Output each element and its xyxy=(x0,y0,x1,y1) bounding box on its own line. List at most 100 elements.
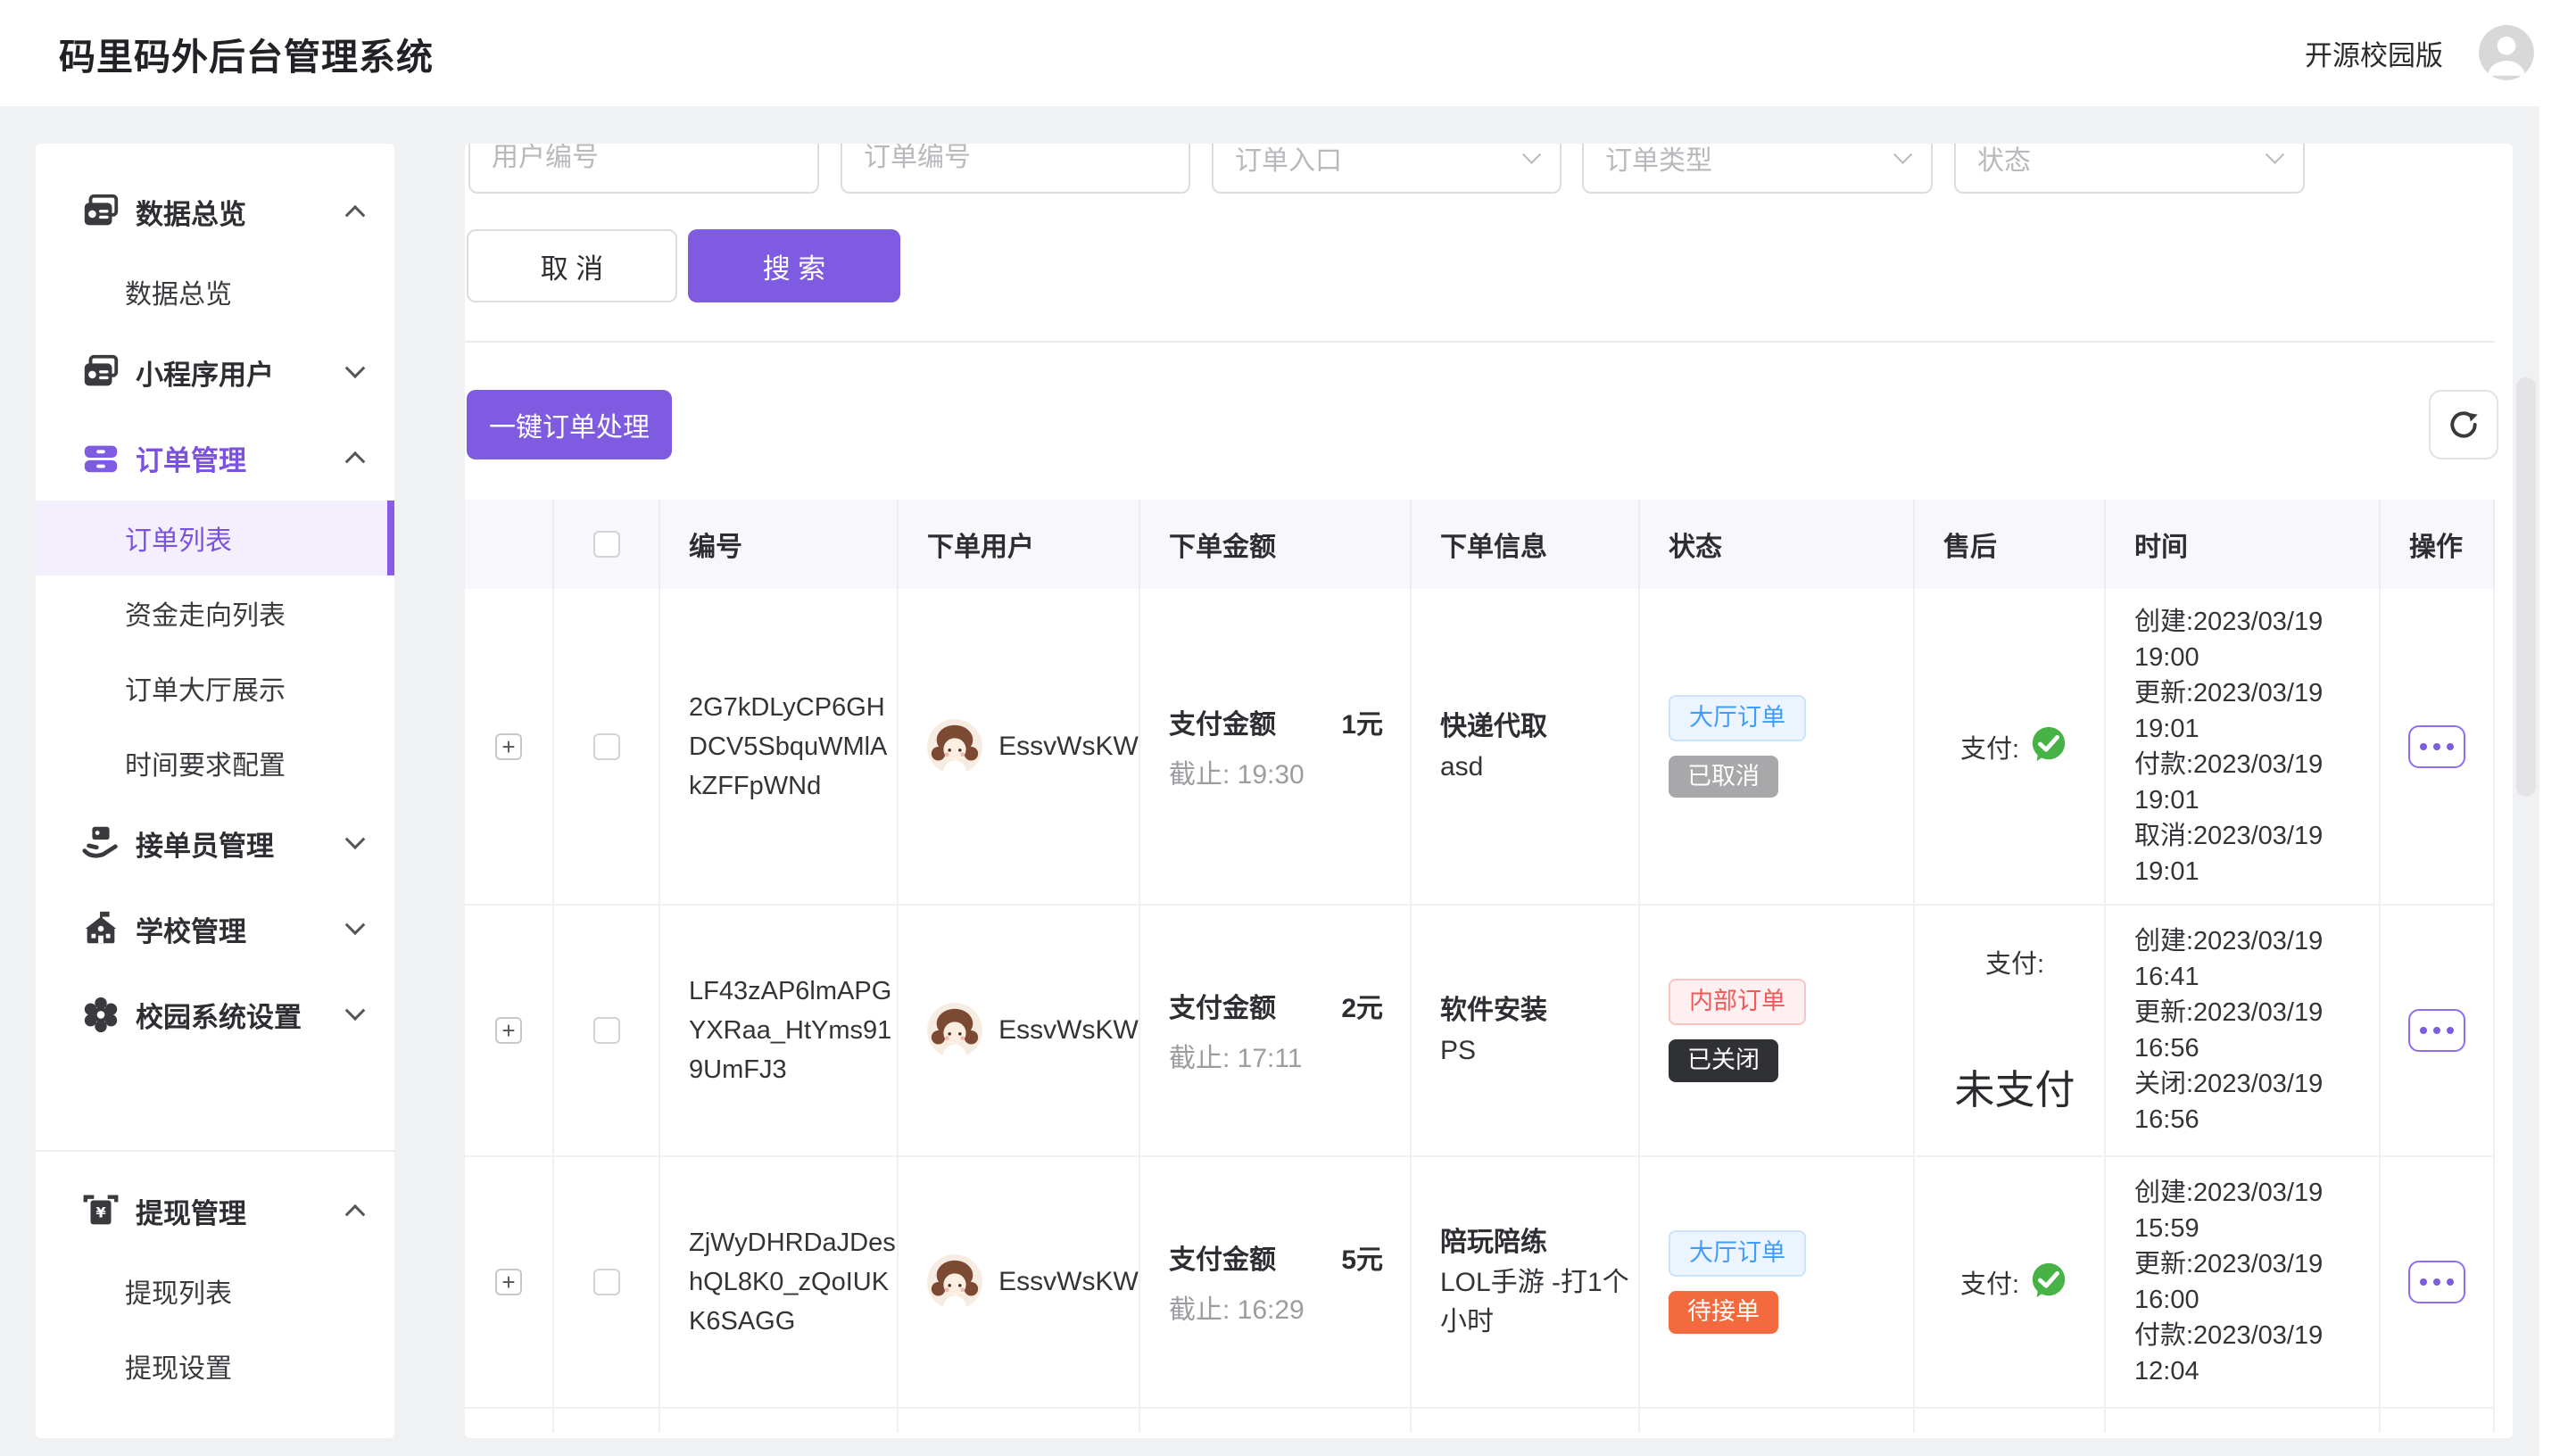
sidebar-item-14[interactable]: 提现设置 xyxy=(36,1328,394,1403)
sidebar-group-8[interactable]: 接单员管理 xyxy=(36,800,394,886)
sidebar-group-10[interactable]: 校园系统设置 xyxy=(36,972,394,1057)
sidebar-group-0[interactable]: 数据总览 xyxy=(36,169,394,254)
sidebar-group-2[interactable]: 小程序用户 xyxy=(36,329,394,415)
edition-label: 开源校园版 xyxy=(2305,0,2443,106)
time-line: 创建:2023/03/19 xyxy=(2134,923,2379,959)
user-id-input[interactable] xyxy=(492,144,796,173)
row-actions-button[interactable] xyxy=(2408,1009,2465,1052)
expand-row-button[interactable]: + xyxy=(495,733,522,760)
sidebar-group-label: 订单管理 xyxy=(136,438,348,478)
expand-row-button[interactable]: + xyxy=(495,1017,522,1044)
pay-label: 支付: xyxy=(1960,728,2019,765)
order-info-desc: LOL手游 -打1个小时 xyxy=(1440,1263,1638,1342)
order-status-select[interactable]: 状态 xyxy=(1954,144,2305,194)
order-info-cell: 陪玩陪练LOL手游 -打1个小时 xyxy=(1412,1157,1640,1407)
ellipsis-icon xyxy=(2420,1278,2427,1286)
column-header-3: 下单信息 xyxy=(1412,500,1640,589)
order-entry-placeholder: 订单入口 xyxy=(1235,144,1525,178)
amount-label: 支付金额 xyxy=(1169,702,1276,741)
table-row-1: +LF43zAP6lmAPGYXRaa_HtYms919UmFJ3EssvWsK… xyxy=(465,906,2495,1157)
time-line: 19:01 xyxy=(2134,711,2379,747)
order-action-cell xyxy=(2381,1157,2495,1407)
sidebar-item-5[interactable]: 资金走向列表 xyxy=(36,575,394,650)
status-badge: 大厅订单 xyxy=(1669,1230,1806,1277)
app-title: 码里码外后台管理系统 xyxy=(59,0,434,106)
pay-status-text: 未支付 xyxy=(1954,1063,2075,1118)
wechat-pay-icon xyxy=(2028,724,2069,769)
orders-table: 编号下单用户下单金额下单信息状态售后时间操作 +2G7kDLyCP6GHDCV5… xyxy=(465,500,2495,1433)
aftersale-cell: 支付: xyxy=(1915,589,2106,904)
sidebar-item-6[interactable]: 订单大厅展示 xyxy=(36,650,394,725)
order-id-input[interactable] xyxy=(864,144,1167,173)
order-user-cell: EssvWsKW xyxy=(899,589,1140,904)
order-entry-select[interactable]: 订单入口 xyxy=(1212,144,1562,194)
aftersale-cell: 支付: xyxy=(1915,1157,2106,1407)
status-badge: 待接单 xyxy=(1669,1291,1778,1334)
amount-deadline: 截止: 17:11 xyxy=(1169,1036,1410,1075)
sidebar-item-13[interactable]: 提现列表 xyxy=(36,1253,394,1328)
row-checkbox[interactable] xyxy=(593,1269,620,1295)
main-content: 订单入口 订单类型 状态 取 消 搜 索 一键订单处理 编号下单用户下单金额下单… xyxy=(465,144,2513,1438)
ellipsis-icon xyxy=(2433,1278,2440,1286)
chevron-down-icon xyxy=(345,914,366,935)
sidebar-group-label: 小程序用户 xyxy=(136,352,348,393)
orders-icon xyxy=(80,437,121,478)
batch-process-button[interactable]: 一键订单处理 xyxy=(467,390,672,459)
sidebar-group-3[interactable]: 订单管理 xyxy=(36,415,394,500)
sidebar-item-7[interactable]: 时间要求配置 xyxy=(36,725,394,800)
time-line: 创建:2023/03/19 xyxy=(2134,604,2379,640)
sidebar-item-1[interactable]: 数据总览 xyxy=(36,254,394,329)
chevron-up-icon xyxy=(345,1204,366,1225)
aftersale-cell: 支付:未支付 xyxy=(1915,906,2106,1155)
order-type-select[interactable]: 订单类型 xyxy=(1582,144,1933,194)
sidebar-group-12[interactable]: ¥ 提现管理 xyxy=(36,1168,394,1253)
expand-cell: + xyxy=(465,589,554,904)
chevron-down-icon xyxy=(1893,145,1912,163)
cancel-button[interactable]: 取 消 xyxy=(467,229,677,302)
scrollbar-track[interactable] xyxy=(2539,0,2568,1456)
sidebar-group-label: 数据总览 xyxy=(136,192,348,232)
amount-value: 5元 xyxy=(1341,1237,1383,1277)
time-line: 更新:2023/03/19 xyxy=(2134,1246,2379,1282)
sidebar-group-label: 提现管理 xyxy=(136,1191,348,1231)
chevron-down-icon xyxy=(345,1000,366,1021)
time-line: 更新:2023/03/19 xyxy=(2134,995,2379,1030)
order-info-title: 快递代取 xyxy=(1440,707,1638,748)
user-avatar-icon[interactable] xyxy=(2479,25,2534,80)
status-badge: 大厅订单 xyxy=(1669,695,1806,741)
sidebar-group-9[interactable]: 学校管理 xyxy=(36,886,394,972)
amount-deadline: 截止: 19:30 xyxy=(1169,752,1410,791)
search-button[interactable]: 搜 索 xyxy=(688,229,900,302)
refresh-button[interactable] xyxy=(2429,390,2498,459)
row-checkbox[interactable] xyxy=(593,733,620,760)
ellipsis-icon xyxy=(2447,743,2454,750)
select-all-checkbox[interactable] xyxy=(593,531,620,558)
time-line: 付款:2023/03/19 xyxy=(2134,747,2379,782)
expand-cell: + xyxy=(465,1157,554,1407)
refresh-icon xyxy=(2445,406,2482,443)
column-header-1: 下单用户 xyxy=(899,500,1140,589)
order-info-title: 陪玩陪练 xyxy=(1440,1222,1638,1263)
table-row-2: +ZjWyDHRDaJDeshQL8K0_zQoIUKK6SAGGEssvWsK… xyxy=(465,1157,2495,1409)
order-info-title: 软件安装 xyxy=(1440,990,1638,1031)
expand-row-button[interactable]: + xyxy=(495,1269,522,1295)
sidebar-divider xyxy=(36,1150,394,1152)
sidebar: 数据总览数据总览小程序用户订单管理订单列表资金走向列表订单大厅展示时间要求配置接… xyxy=(36,144,394,1438)
chevron-down-icon xyxy=(2266,145,2284,163)
sidebar-item-4[interactable]: 订单列表 xyxy=(36,500,394,575)
ellipsis-icon xyxy=(2447,1027,2454,1034)
amount-value: 1元 xyxy=(1341,702,1383,741)
scrollbar-thumb[interactable] xyxy=(2516,377,2536,797)
row-checkbox[interactable] xyxy=(593,1017,620,1044)
svg-text:¥: ¥ xyxy=(95,1204,106,1221)
girl-avatar-icon xyxy=(927,1254,982,1310)
table-row-0: +2G7kDLyCP6GHDCV5SbquWMlAkZFFpWNdEssvWsK… xyxy=(465,589,2495,906)
courier-icon xyxy=(80,823,121,864)
order-info-desc: PS xyxy=(1440,1031,1638,1071)
row-actions-button[interactable] xyxy=(2408,1261,2465,1303)
time-line: 16:41 xyxy=(2134,959,2379,995)
row-actions-button[interactable] xyxy=(2408,725,2465,768)
top-bar: 码里码外后台管理系统 开源校园版 xyxy=(0,0,2568,106)
order-id-cell: LF43zAP6lmAPGYXRaa_HtYms919UmFJ3 xyxy=(660,906,899,1155)
order-id-cell: 2G7kDLyCP6GHDCV5SbquWMlAkZFFpWNd xyxy=(660,589,899,904)
